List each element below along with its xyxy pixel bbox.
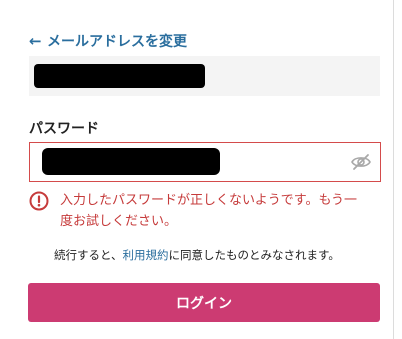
arrow-left-icon: ← [29, 31, 42, 50]
error-text: 入力したパスワードが正しくないようです。もう一度お試しください。 [60, 193, 358, 229]
terms-prefix: 続行すると、 [54, 248, 123, 262]
terms-link[interactable]: 利用規約 [123, 248, 169, 262]
password-field [29, 142, 381, 182]
terms-notice: 続行すると、利用規約に同意したものとみなされます。 [54, 247, 340, 263]
password-redaction [42, 148, 220, 175]
alert-circle-icon [29, 191, 49, 211]
email-display [29, 56, 380, 96]
eye-slash-icon[interactable] [350, 152, 372, 172]
error-message: 入力したパスワードが正しくないようです。もう一度お試しください。 [29, 190, 374, 232]
change-email-link[interactable]: ← メールアドレスを変更 [29, 31, 187, 51]
login-button[interactable]: ログイン [28, 283, 380, 322]
login-panel: ← メールアドレスを変更 パスワード 入力したパスワードが正しくないようです。も… [0, 0, 394, 339]
email-redaction [34, 64, 205, 88]
password-label: パスワード [29, 121, 99, 137]
change-email-label: メールアドレスを変更 [47, 34, 187, 50]
terms-suffix: に同意したものとみなされます。 [168, 248, 340, 262]
